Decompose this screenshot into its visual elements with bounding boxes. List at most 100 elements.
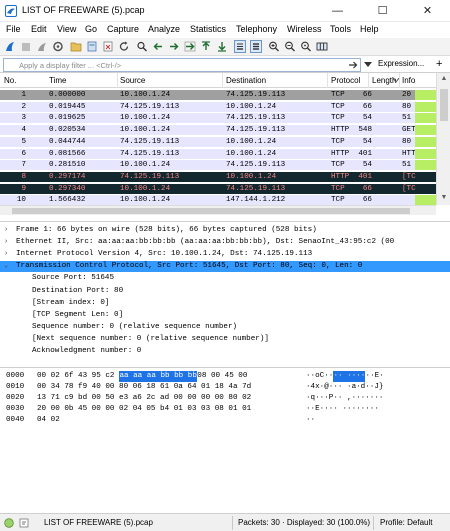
menu-statistics[interactable]: Statistics bbox=[190, 24, 226, 34]
expression-button[interactable]: Expression... bbox=[378, 59, 424, 68]
go-last-icon[interactable] bbox=[216, 40, 228, 53]
menu-telephony[interactable]: Telephony bbox=[236, 24, 277, 34]
close-button[interactable]: ✕ bbox=[405, 0, 450, 22]
go-forward-icon[interactable] bbox=[168, 40, 180, 53]
bytes-row[interactable]: 0020 13 71 c9 bd 00 50 e3 a6 2c ad 00 00 … bbox=[0, 393, 450, 404]
packet-row[interactable]: 2 0.019445 74.125.19.113 10.100.1.24 TCP 66 80 bbox=[0, 101, 436, 112]
detail-row[interactable]: › Internet Protocol Version 4, Src: 10.10… bbox=[0, 249, 450, 260]
add-filter-button[interactable]: + bbox=[436, 58, 442, 70]
hscroll-thumb[interactable] bbox=[12, 208, 410, 214]
scroll-up-icon[interactable]: ▲ bbox=[437, 75, 450, 82]
menu-capture[interactable]: Capture bbox=[107, 24, 139, 34]
bytes-row[interactable]: 0010 00 34 78 f9 40 00 80 06 18 61 0a 64 … bbox=[0, 382, 450, 393]
col-time[interactable]: Time bbox=[49, 76, 66, 85]
zoom-normal-icon[interactable] bbox=[300, 40, 312, 53]
packet-cell-src: 74.125.19.113 bbox=[120, 137, 180, 146]
open-folder-icon[interactable] bbox=[70, 40, 82, 53]
expert-info-icon[interactable] bbox=[4, 518, 14, 528]
colorize-icon[interactable] bbox=[250, 40, 262, 53]
packet-cell-len: 54 bbox=[362, 114, 372, 123]
save-file-icon[interactable] bbox=[86, 40, 98, 53]
menu-go[interactable]: Go bbox=[85, 24, 97, 34]
detail-row[interactable]: [Stream index: 0] bbox=[0, 298, 450, 309]
tree-expander-icon[interactable]: ⌄ bbox=[4, 261, 8, 272]
tree-expander-icon[interactable]: › bbox=[4, 225, 8, 236]
packet-list-hscrollbar[interactable] bbox=[0, 205, 436, 215]
packet-details[interactable]: › Frame 1: 66 bytes on wire (528 bits), 6… bbox=[0, 221, 450, 364]
bytes-row[interactable]: 0030 20 00 0b 45 00 00 02 04 05 b4 01 03 … bbox=[0, 404, 450, 415]
filter-dropdown-icon[interactable] bbox=[364, 62, 372, 68]
byte-offset: 0030 bbox=[6, 405, 25, 413]
menu-view[interactable]: View bbox=[57, 24, 76, 34]
bytes-row[interactable]: 0000 00 02 6f 43 95 c2 aa aa aa bb bb bb … bbox=[0, 371, 450, 382]
close-file-icon[interactable] bbox=[102, 40, 114, 53]
zoom-out-icon[interactable] bbox=[284, 40, 296, 53]
detail-row-selected[interactable]: ⌄ Transmission Control Protocol, Src Port… bbox=[0, 261, 450, 273]
packet-row[interactable]: 4 0.020534 10.100.1.24 74.125.19.113 HTTP 548… bbox=[0, 125, 436, 136]
packet-cell-dst: 10.100.1.24 bbox=[226, 102, 277, 111]
go-back-icon[interactable] bbox=[152, 40, 164, 53]
go-to-packet-icon[interactable] bbox=[184, 40, 196, 53]
packet-row[interactable]: 8 0.297174 74.125.19.113 10.100.1.24 HTTP 401… bbox=[0, 171, 436, 182]
detail-text: Ethernet II, Src: aa:aa:aa:bb:bb:bb (aa:… bbox=[16, 238, 395, 247]
packet-row[interactable]: 10 1.566432 10.100.1.24 147.144.1.212 TCP 66 bbox=[0, 195, 436, 206]
tree-expander-icon[interactable]: › bbox=[4, 249, 8, 260]
capture-comment-icon[interactable] bbox=[19, 518, 29, 528]
scroll-thumb[interactable] bbox=[440, 89, 448, 121]
col-source[interactable]: Source bbox=[120, 76, 145, 85]
packet-row[interactable]: 6 0.081566 74.125.19.113 10.100.1.24 HTTP 401… bbox=[0, 148, 436, 159]
autoscroll-icon[interactable] bbox=[234, 40, 246, 53]
byte-offset: 0000 bbox=[6, 372, 25, 380]
packet-cell-len: 401 bbox=[358, 149, 372, 158]
detail-row[interactable]: Destination Port: 80 bbox=[0, 286, 450, 297]
menu-edit[interactable]: Edit bbox=[31, 24, 47, 34]
find-icon[interactable] bbox=[136, 40, 148, 53]
resize-columns-icon[interactable] bbox=[316, 40, 328, 53]
menu-file[interactable]: File bbox=[6, 24, 21, 34]
status-profile[interactable]: Profile: Default bbox=[380, 518, 432, 527]
packet-row[interactable]: 3 0.019625 10.100.1.24 74.125.19.113 TCP 54 51 bbox=[0, 113, 436, 124]
reload-icon[interactable] bbox=[118, 40, 130, 53]
status-bar: LIST OF FREEWARE (5).pcap Packets: 30 · … bbox=[0, 513, 450, 531]
packet-list[interactable]: No. Time Source Destination Protocol Len… bbox=[0, 73, 450, 215]
col-info[interactable]: Info bbox=[402, 76, 415, 85]
col-no[interactable]: No. bbox=[4, 76, 16, 85]
related-packet-marker bbox=[415, 113, 436, 124]
packet-row[interactable]: 1 0.000000 10.100.1.24 74.125.19.113 TCP 66 20 bbox=[0, 90, 436, 100]
packet-bytes[interactable]: 0000 00 02 6f 43 95 c2 aa aa aa bb bb bb … bbox=[0, 367, 450, 511]
tree-expander-icon[interactable]: › bbox=[4, 237, 8, 248]
detail-row[interactable]: Source Port: 51645 bbox=[0, 273, 450, 284]
packet-list-vscrollbar[interactable]: ▲ ▼ bbox=[436, 73, 450, 205]
col-protocol[interactable]: Protocol bbox=[331, 76, 360, 85]
col-destination[interactable]: Destination bbox=[226, 76, 266, 85]
maximize-button[interactable]: ☐ bbox=[360, 0, 405, 22]
packet-row[interactable]: 7 0.281510 10.100.1.24 74.125.19.113 TCP 54 51 bbox=[0, 160, 436, 171]
packet-row[interactable]: 5 0.044744 74.125.19.113 10.100.1.24 TCP 54 80 bbox=[0, 136, 436, 147]
menu-help[interactable]: Help bbox=[360, 24, 379, 34]
detail-text: [Next sequence number: 0 (relative seque… bbox=[32, 334, 269, 343]
apply-filter-arrow-icon[interactable] bbox=[349, 61, 358, 69]
detail-row[interactable]: › Frame 1: 66 bytes on wire (528 bits), 6… bbox=[0, 225, 450, 236]
bytes-row[interactable]: 0040 04 02 ·· bbox=[0, 415, 450, 426]
detail-row[interactable]: Acknowledgment number: 0 bbox=[0, 346, 450, 357]
menu-wireless[interactable]: Wireless bbox=[287, 24, 322, 34]
detail-row[interactable]: Sequence number: 0 (relative sequence nu… bbox=[0, 322, 450, 333]
options-gear-icon[interactable] bbox=[52, 40, 64, 53]
detail-row[interactable]: › Ethernet II, Src: aa:aa:aa:bb:bb:bb (aa… bbox=[0, 237, 450, 248]
restart-icon[interactable] bbox=[36, 40, 48, 53]
packet-cell-no: 4 bbox=[21, 126, 26, 135]
status-packet-count: Packets: 30 · Displayed: 30 (100.0%) bbox=[238, 518, 371, 527]
detail-row[interactable]: [TCP Segment Len: 0] bbox=[0, 310, 450, 321]
display-filter-input[interactable] bbox=[3, 58, 361, 72]
go-first-icon[interactable] bbox=[200, 40, 212, 53]
minimize-button[interactable]: — bbox=[315, 0, 360, 22]
zoom-in-icon[interactable] bbox=[268, 40, 280, 53]
shark-fin-start-icon[interactable] bbox=[4, 40, 16, 53]
detail-row[interactable]: [Next sequence number: 0 (relative seque… bbox=[0, 334, 450, 345]
stop-icon[interactable] bbox=[20, 40, 32, 53]
packet-row[interactable]: 9 0.297340 10.100.1.24 74.125.19.113 TCP 66 [T… bbox=[0, 183, 436, 194]
scroll-down-icon[interactable]: ▼ bbox=[437, 194, 450, 201]
menu-tools[interactable]: Tools bbox=[330, 24, 351, 34]
packet-cell-dst: 74.125.19.113 bbox=[226, 114, 286, 123]
menu-analyze[interactable]: Analyze bbox=[148, 24, 180, 34]
